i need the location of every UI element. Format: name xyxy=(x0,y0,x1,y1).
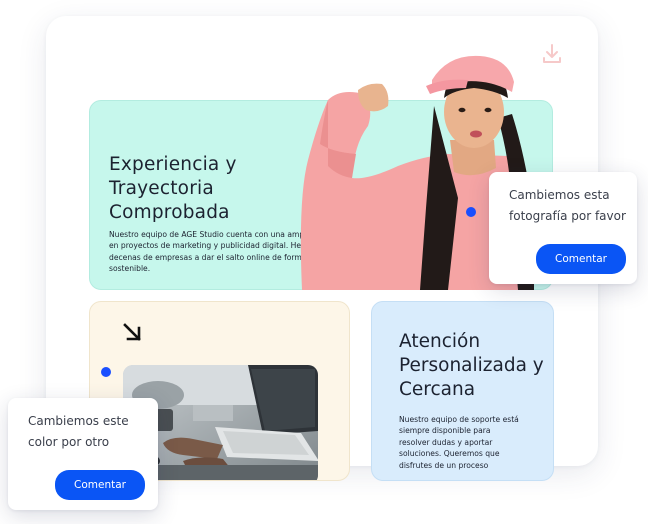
comment-text: Cambiemos este color por otro xyxy=(28,414,129,449)
personalized-title: Atención Personalizada y Cercana xyxy=(399,331,544,400)
personalized-body: Nuestro equipo de soporte está siempre d… xyxy=(399,415,519,470)
comment-text: Cambiemos esta fotografía por favor xyxy=(509,188,626,223)
arrow-down-right-icon xyxy=(123,323,141,341)
download-icon[interactable] xyxy=(538,40,566,68)
comment-button[interactable]: Comentar xyxy=(55,470,145,500)
experience-title: Experiencia y Trayectoria Comprobada xyxy=(109,154,237,223)
comment-marker[interactable] xyxy=(101,367,111,377)
personalized-card: Atención Personalizada y Cercana Nuestro… xyxy=(371,301,554,481)
comment-popup-color: Cambiemos este color por otro Comentar xyxy=(8,398,158,510)
comment-marker[interactable] xyxy=(466,207,476,217)
comment-popup-photo: Cambiemos esta fotografía por favor Come… xyxy=(489,172,637,284)
comment-button[interactable]: Comentar xyxy=(536,244,626,274)
